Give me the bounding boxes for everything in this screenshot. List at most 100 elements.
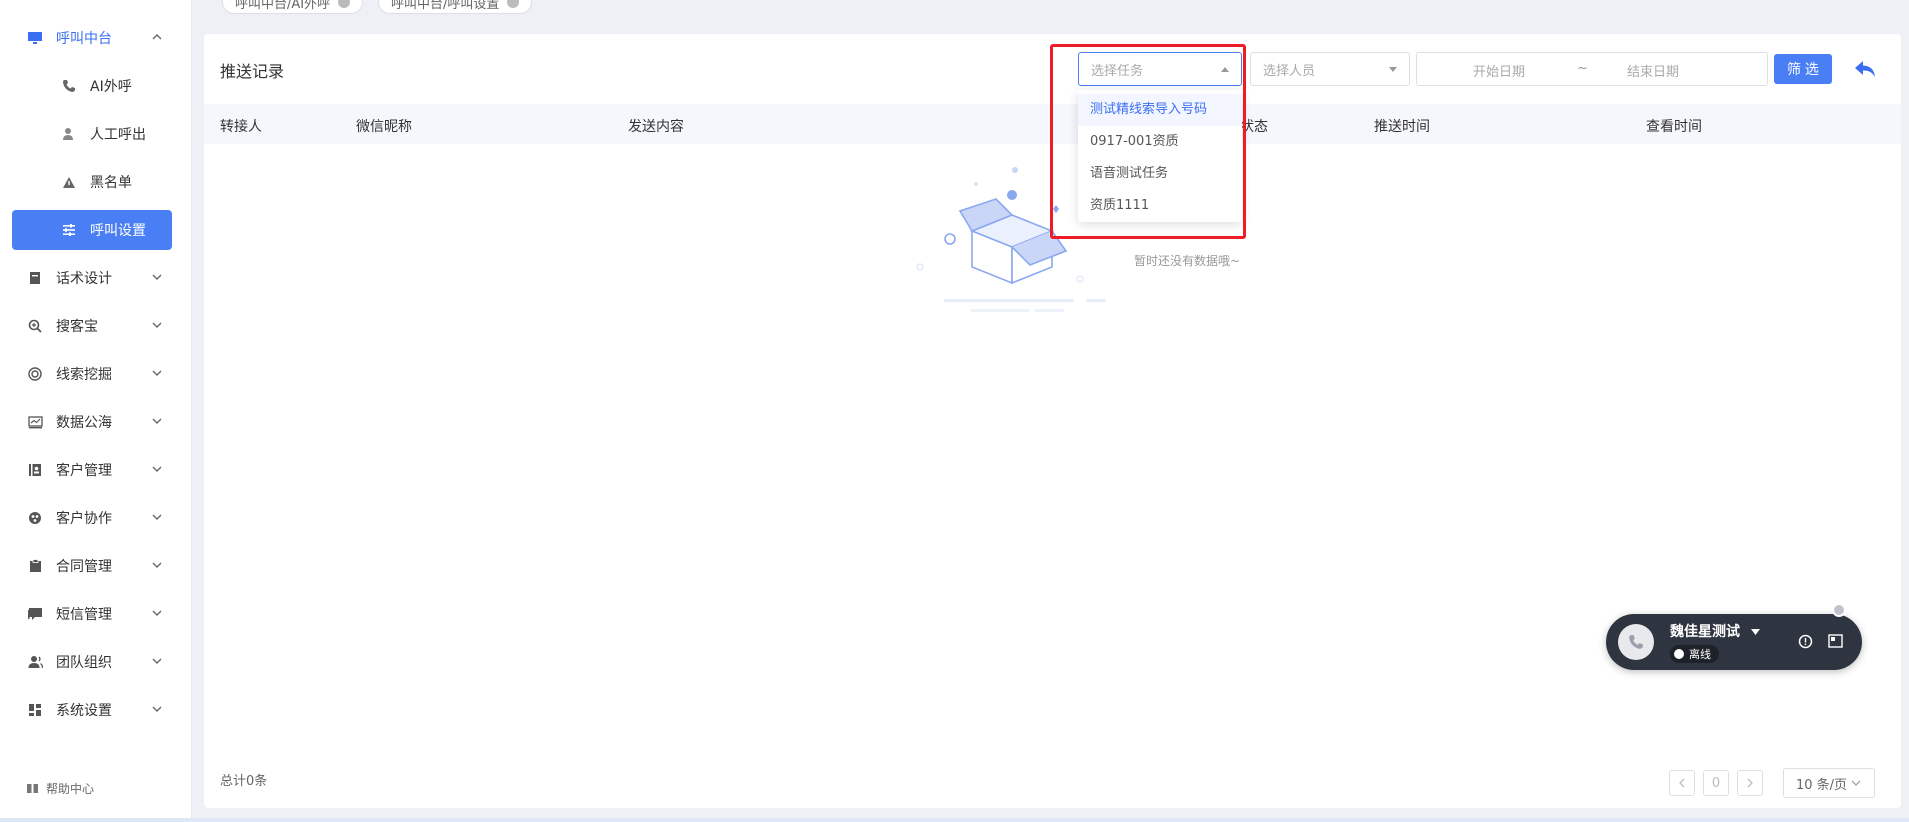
collab-icon <box>26 509 44 527</box>
column-header: 查看时间 <box>1646 119 1702 135</box>
sidebar-item-customer-collab[interactable]: 客户协作 <box>12 498 172 538</box>
chevron-down-icon <box>150 558 164 572</box>
sidebar-item-manual-outbound[interactable]: 人工呼出 <box>12 114 172 154</box>
total-count: 总计0条 <box>220 774 268 789</box>
sidebar-item-label: 黑名单 <box>90 175 132 191</box>
status-badge[interactable]: 离线 <box>1670 645 1719 663</box>
chevron-left-icon <box>1679 778 1685 788</box>
sidebar-item-label: 线索挖掘 <box>56 367 112 383</box>
start-date-input[interactable]: 开始日期 <box>1473 61 1525 80</box>
sidebar-item-sms-management[interactable]: 短信管理 <box>12 594 172 634</box>
page-size-value: 10 条/页 <box>1796 777 1848 793</box>
date-separator: ~ <box>1577 61 1588 76</box>
chevron-right-icon <box>1747 778 1753 788</box>
date-range-picker[interactable]: 开始日期 ~ 结束日期 <box>1416 52 1768 86</box>
chevron-down-icon <box>150 318 164 332</box>
sidebar-item-label: 人工呼出 <box>90 127 146 143</box>
column-header: 转接人 <box>220 119 262 135</box>
user-icon <box>60 125 78 143</box>
sidebar-item-data-pool[interactable]: 数据公海 <box>12 402 172 442</box>
target-icon <box>26 365 44 383</box>
filter-button[interactable]: 筛 选 <box>1774 54 1832 84</box>
sidebar-item-label: 搜客宝 <box>56 319 98 335</box>
tab-ai-outbound[interactable]: 呼叫中台/AI外呼 <box>222 0 364 14</box>
sidebar-item-label: 短信管理 <box>56 607 112 623</box>
chevron-down-icon <box>150 462 164 476</box>
info-icon <box>1798 634 1812 648</box>
sidebar-item-label: 合同管理 <box>56 559 112 575</box>
sidebar-item-label: 数据公海 <box>56 415 112 431</box>
sidebar-item-soukebao[interactable]: 搜客宝 <box>12 306 172 346</box>
column-header: 微信昵称 <box>356 119 412 135</box>
sidebar-item-call-settings[interactable]: 呼叫设置 <box>12 210 172 250</box>
book-open-icon <box>26 782 40 796</box>
sidebar-item-blacklist[interactable]: 黑名单 <box>12 162 172 202</box>
sidebar-item-system-settings[interactable]: 系统设置 <box>12 690 172 730</box>
close-icon[interactable] <box>1832 603 1846 617</box>
page-size-select[interactable]: 10 条/页 <box>1783 768 1875 798</box>
sidebar-item-customer-management[interactable]: 客户管理 <box>12 450 172 490</box>
picture-in-picture-icon <box>1827 634 1843 648</box>
page-title: 推送记录 <box>220 62 285 81</box>
sidebar-item-label: 话术设计 <box>56 271 112 287</box>
sidebar-item-label: 团队组织 <box>56 655 112 671</box>
chevron-down-icon <box>150 414 164 428</box>
help-center-link[interactable]: 帮助中心 <box>26 780 94 797</box>
sidebar-item-label: 客户协作 <box>56 511 112 527</box>
empty-text: 暂时还没有数据哦~ <box>1134 254 1241 268</box>
phone-avatar[interactable] <box>1618 624 1654 660</box>
chevron-down-icon <box>1851 780 1861 786</box>
page-number[interactable]: 0 <box>1703 770 1729 796</box>
sidebar-item-script-design[interactable]: 话术设计 <box>12 258 172 298</box>
agent-name-text: 魏佳星测试 <box>1670 624 1740 640</box>
sidebar-item-label: AI外呼 <box>90 79 132 95</box>
sidebar-item-ai-outbound[interactable]: AI外呼 <box>12 66 172 106</box>
reply-arrow-icon <box>1855 61 1875 77</box>
chart-icon <box>26 413 44 431</box>
status-text: 离线 <box>1689 648 1711 661</box>
highlight-box <box>1050 44 1246 239</box>
sidebar-item-contract-management[interactable]: 合同管理 <box>12 546 172 586</box>
prev-page-button[interactable] <box>1669 770 1695 796</box>
tab-label: 呼叫中台/AI外呼 <box>235 0 331 12</box>
offline-status-icon <box>1674 649 1684 659</box>
chevron-down-icon <box>150 510 164 524</box>
chevron-down-icon <box>150 366 164 380</box>
sidebar-item-label: 呼叫中台 <box>56 31 112 47</box>
sidebar-item-lead-mining[interactable]: 线索挖掘 <box>12 354 172 394</box>
back-button[interactable] <box>1846 50 1884 88</box>
next-page-button[interactable] <box>1737 770 1763 796</box>
picture-in-picture-button[interactable] <box>1826 632 1844 650</box>
sidebar-item-label: 客户管理 <box>56 463 112 479</box>
sidebar-item-label: 系统设置 <box>56 703 112 719</box>
phone-icon <box>1629 635 1643 649</box>
chevron-down-icon <box>150 702 164 716</box>
caret-down-icon <box>1389 67 1397 72</box>
column-header: 发送内容 <box>628 119 684 135</box>
sidebar: 呼叫中台 AI外呼 人工呼出 黑名单 呼叫设置 话术设计 搜客宝 线索挖掘 数据… <box>0 0 192 822</box>
chevron-up-icon <box>150 30 164 44</box>
monitor-icon <box>26 29 44 47</box>
caret-down-icon <box>1750 629 1760 635</box>
person-select-placeholder: 选择人员 <box>1263 63 1316 79</box>
close-icon[interactable] <box>507 0 520 8</box>
chevron-down-icon <box>150 270 164 284</box>
clipboard-icon <box>26 557 44 575</box>
chevron-down-icon <box>150 654 164 668</box>
end-date-input[interactable]: 结束日期 <box>1627 61 1679 80</box>
search-plus-icon <box>26 317 44 335</box>
book-icon <box>26 269 44 287</box>
bottom-scroll-indicator <box>0 818 1909 822</box>
agent-name[interactable]: 魏佳星测试 <box>1670 621 1760 641</box>
softphone-widget: 魏佳星测试 离线 <box>1606 614 1862 670</box>
help-center-label: 帮助中心 <box>46 782 95 796</box>
column-header: 推送时间 <box>1374 119 1430 135</box>
contacts-icon <box>26 461 44 479</box>
phone-icon <box>60 77 78 95</box>
person-select[interactable]: 选择人员 <box>1250 52 1410 86</box>
info-button[interactable] <box>1796 632 1814 650</box>
sidebar-item-team-org[interactable]: 团队组织 <box>12 642 172 682</box>
close-icon[interactable] <box>338 0 351 8</box>
sidebar-item-call-center[interactable]: 呼叫中台 <box>12 18 172 58</box>
tab-call-settings[interactable]: 呼叫中台/呼叫设置 <box>378 0 533 14</box>
